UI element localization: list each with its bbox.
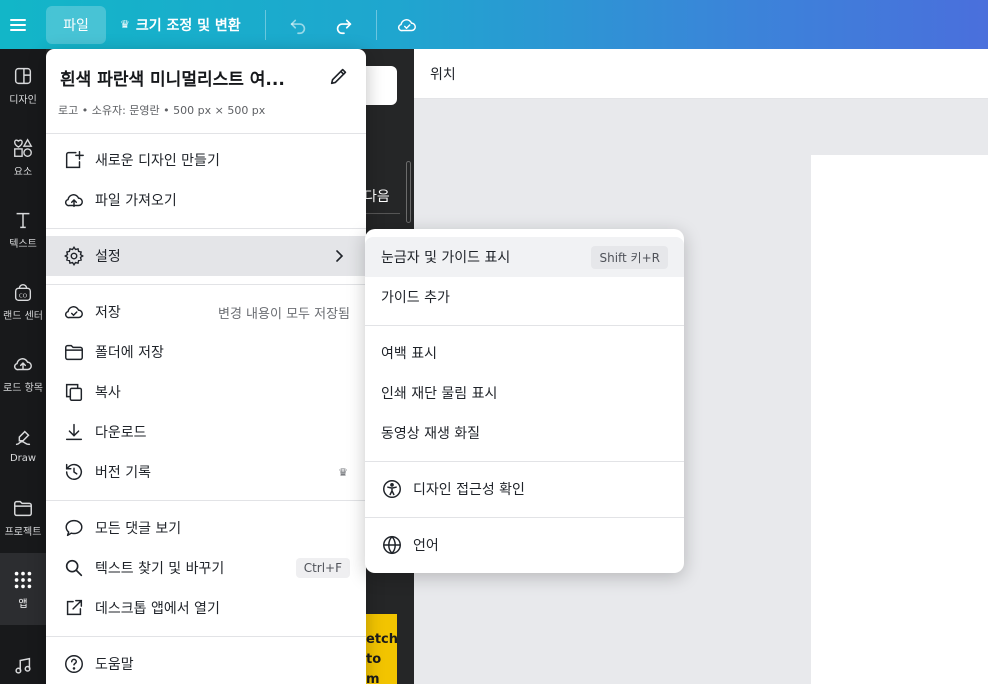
- undo-icon[interactable]: [284, 11, 312, 39]
- design-page[interactable]: [811, 155, 988, 684]
- rail-label: Draw: [9, 452, 37, 464]
- save-item[interactable]: 저장 변경 내용이 모두 저장됨: [46, 292, 366, 332]
- find-replace-item[interactable]: 텍스트 찾기 및 바꾸기 Ctrl+F: [46, 548, 366, 588]
- rail-label: 프로젝트: [4, 526, 42, 538]
- help-icon: [63, 653, 85, 675]
- copy-icon: [63, 381, 85, 403]
- top-toolbar: 파일 ♛ 크기 조정 및 변환: [0, 0, 988, 49]
- help-item[interactable]: 도움말: [46, 644, 366, 684]
- rail-label: 디자인: [9, 94, 37, 106]
- settings-submenu: 눈금자 및 가이드 표시 Shift 키+R 가이드 추가 여백 표시 인쇄 재…: [365, 229, 684, 573]
- rail-item-draw[interactable]: Draw: [0, 409, 46, 481]
- save-to-folder-item[interactable]: 폴더에 저장: [46, 332, 366, 372]
- file-menu-button[interactable]: 파일: [46, 5, 106, 44]
- copy-item[interactable]: 복사: [46, 372, 366, 412]
- accessibility-check-item[interactable]: 디자인 접근성 확인: [365, 469, 684, 509]
- rail-item-elements[interactable]: 요소: [0, 121, 46, 193]
- rail-item-apps[interactable]: 앱: [0, 553, 46, 625]
- menu-divider: [365, 461, 684, 462]
- svg-text:CO: CO: [19, 293, 28, 299]
- shortcut-badge: Ctrl+F: [295, 558, 350, 578]
- show-print-bleed-item[interactable]: 인쇄 재단 물림 표시: [365, 373, 684, 413]
- external-link-icon: [63, 597, 85, 619]
- rail-item-text[interactable]: 텍스트: [0, 193, 46, 265]
- file-menu: 흰색 파란색 미니멀리스트 여... 로고 • 소유자: 문영란 • 500 p…: [46, 49, 366, 684]
- cloud-saved-icon[interactable]: [393, 11, 421, 39]
- open-desktop-item[interactable]: 데스크톱 앱에서 열기: [46, 588, 366, 628]
- menu-divider: [46, 500, 366, 501]
- menu-divider: [365, 517, 684, 518]
- new-design-item[interactable]: 새로운 디자인 만들기: [46, 140, 366, 180]
- rail-item-uploads[interactable]: 로드 항목: [0, 337, 46, 409]
- show-margins-item[interactable]: 여백 표시: [365, 333, 684, 373]
- apps-icon: [14, 571, 32, 588]
- design-meta: 로고 • 소유자: 문영란 • 500 px × 500 px: [58, 104, 266, 117]
- resize-button[interactable]: ♛ 크기 조정 및 변환: [120, 6, 241, 44]
- add-guide-item[interactable]: 가이드 추가: [365, 277, 684, 317]
- show-rulers-item[interactable]: 눈금자 및 가이드 표시 Shift 키+R: [365, 237, 684, 277]
- rail-item-design[interactable]: 디자인: [0, 49, 46, 121]
- left-rail: 디자인 요소 텍스트 CO 랜드 센터 로드 항목 Draw 프로젝트 앱: [0, 49, 46, 684]
- rail-label: 텍스트: [9, 238, 37, 250]
- menu-divider: [46, 636, 366, 637]
- video-quality-item[interactable]: 동영상 재생 화질: [365, 413, 684, 453]
- panel-search-input[interactable]: [366, 66, 397, 105]
- rail-item-projects[interactable]: 프로젝트: [0, 481, 46, 553]
- folder-icon: [14, 500, 32, 516]
- view-comments-item[interactable]: 모든 댓글 보기: [46, 508, 366, 548]
- panel-scrollbar[interactable]: [406, 161, 411, 223]
- design-title[interactable]: 흰색 파란색 미니멀리스트 여...: [60, 65, 310, 90]
- accessibility-icon: [383, 480, 401, 498]
- download-icon: [63, 421, 85, 443]
- redo-icon[interactable]: [330, 11, 358, 39]
- cloud-check-icon: [63, 301, 85, 323]
- menu-divider: [365, 325, 684, 326]
- music-icon: [15, 657, 31, 674]
- download-item[interactable]: 다운로드: [46, 412, 366, 452]
- folder-icon: [63, 341, 85, 363]
- crown-icon: ♛: [338, 465, 348, 479]
- toolbar-divider: [375, 9, 377, 40]
- comment-icon: [63, 517, 85, 539]
- gear-icon: [63, 245, 85, 267]
- history-icon: [63, 461, 85, 483]
- pencil-icon[interactable]: [328, 65, 350, 87]
- rail-item-audio[interactable]: [0, 643, 46, 684]
- menu-divider: [46, 284, 366, 285]
- menu-divider: [46, 228, 366, 229]
- rail-item-brand[interactable]: CO 랜드 센터: [0, 265, 46, 337]
- save-status: 변경 내용이 모두 저장됨: [218, 306, 350, 322]
- draw-icon: [15, 430, 31, 445]
- shortcut-badge: Shift 키+R: [591, 245, 668, 269]
- menu-divider: [46, 133, 366, 134]
- rail-label: 랜드 센터: [3, 310, 43, 322]
- upload-icon: [13, 357, 32, 370]
- design-icon: [14, 67, 32, 84]
- toolbar-divider: [264, 9, 266, 40]
- rail-label: 로드 항목: [3, 382, 43, 394]
- cloud-upload-icon: [63, 189, 85, 211]
- search-icon: [63, 557, 85, 579]
- brand-icon: CO: [14, 283, 32, 301]
- version-history-item[interactable]: 버전 기록 ♛: [46, 452, 366, 492]
- panel-next-link[interactable]: 다음: [364, 182, 400, 214]
- import-file-item[interactable]: 파일 가져오기: [46, 180, 366, 220]
- text-icon: [16, 212, 30, 228]
- rail-label: 요소: [13, 166, 33, 178]
- canvas-toolbar: 위치: [414, 49, 988, 99]
- elements-icon: [14, 137, 33, 157]
- language-item[interactable]: 언어: [365, 525, 684, 565]
- position-button[interactable]: 위치: [430, 64, 456, 84]
- globe-icon: [383, 535, 401, 555]
- resize-label: 크기 조정 및 변환: [135, 17, 241, 34]
- settings-item[interactable]: 설정: [46, 236, 366, 276]
- hamburger-menu-icon[interactable]: [0, 0, 36, 49]
- crown-icon: ♛: [120, 18, 130, 31]
- add-design-icon: [63, 149, 85, 171]
- panel-thumbnail[interactable]: etch to m: [366, 614, 397, 684]
- chevron-right-icon: [336, 250, 344, 262]
- rail-label: 앱: [18, 598, 28, 610]
